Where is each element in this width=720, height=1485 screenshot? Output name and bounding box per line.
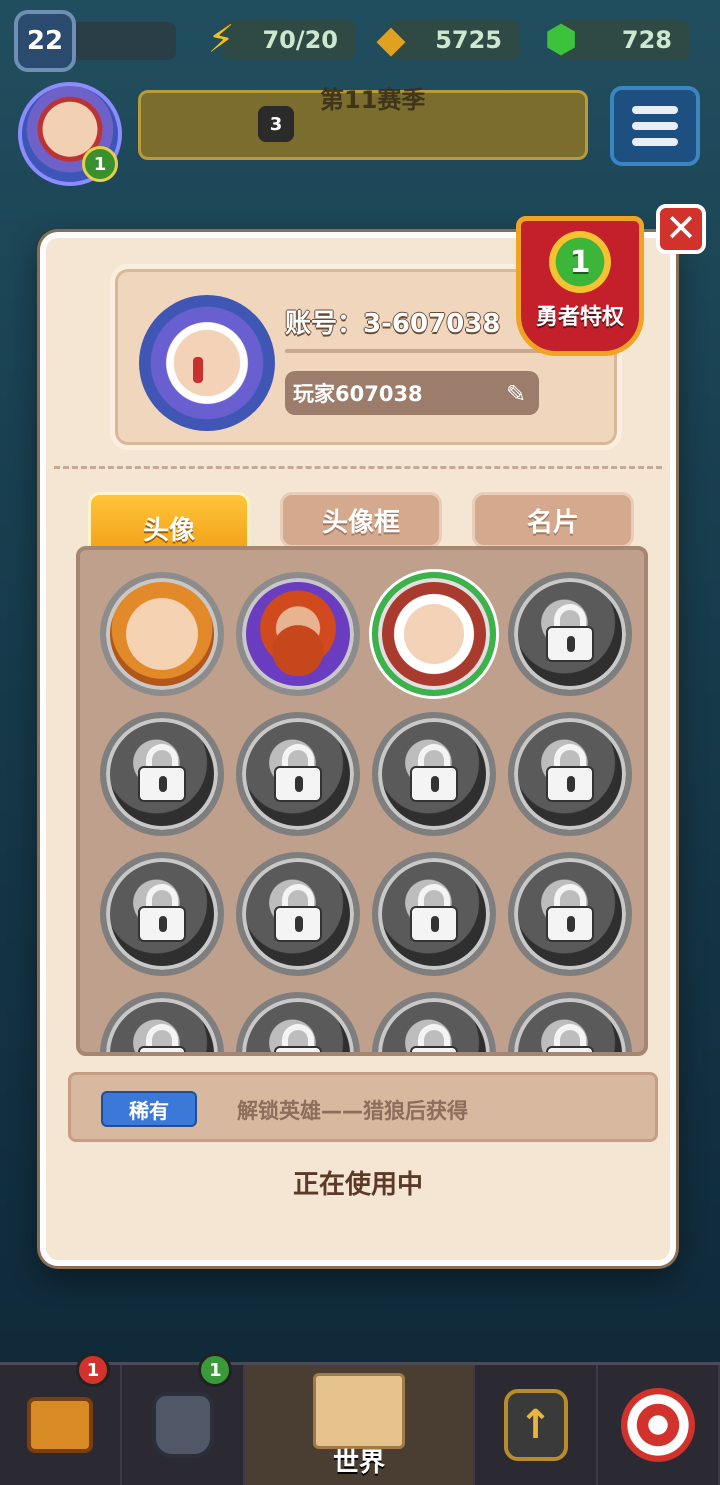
section-divider <box>54 466 662 469</box>
map-icon <box>313 1373 405 1449</box>
target-icon <box>620 1388 695 1462</box>
avatar-option-locked[interactable] <box>372 992 496 1052</box>
player-name: 玩家607038 <box>293 382 423 406</box>
unlock-condition: 解锁英雄——猎狼后获得 <box>237 1099 468 1123</box>
season-level-badge: 3 <box>258 106 294 142</box>
gem-value: 728 <box>621 26 672 54</box>
tab-avatar-label: 头像 <box>142 515 195 546</box>
nav-target[interactable] <box>598 1365 720 1485</box>
avatar-option-locked[interactable] <box>508 852 632 976</box>
gold-coin-icon[interactable]: ◆ <box>366 14 416 64</box>
avatar-option-locked[interactable] <box>508 712 632 836</box>
menu-line-icon <box>632 106 678 114</box>
avatar-option-selected[interactable] <box>372 572 496 696</box>
war-paint-mark <box>193 357 203 383</box>
wolf-hunter-portrait <box>392 592 476 676</box>
gem-icon[interactable]: ⬢ <box>536 14 586 64</box>
avatar-option-locked[interactable] <box>508 992 632 1052</box>
avatar-option-locked[interactable] <box>236 992 360 1052</box>
upgrade-arrow-icon: ↑ <box>503 1389 568 1461</box>
avatar-option-locked[interactable] <box>372 712 496 836</box>
lock-icon <box>138 744 186 802</box>
avatar-option-locked[interactable] <box>236 712 360 836</box>
armor-badge: 1 <box>198 1353 233 1387</box>
lock-icon <box>274 744 322 802</box>
bottom-navigation: 1 1 世界 ↑ <box>0 1353 720 1485</box>
masked-ninja-portrait <box>256 592 340 676</box>
avatar-option-locked[interactable] <box>100 992 224 1052</box>
tab-name-card-label: 名片 <box>526 507 579 538</box>
tab-avatar-frame[interactable]: 头像框 <box>280 492 442 548</box>
lock-icon <box>410 884 458 942</box>
player-name-field[interactable]: 玩家607038 ✎ <box>285 371 539 415</box>
season-title: 第11赛季 <box>320 86 426 114</box>
privilege-label: 勇者特权 <box>535 305 624 330</box>
avatar-option-locked[interactable] <box>372 852 496 976</box>
energy-value: 70/20 <box>262 26 338 54</box>
nav-world-label: 世界 <box>333 1448 386 1478</box>
hooded-archer-portrait <box>120 592 204 676</box>
lock-icon <box>410 744 458 802</box>
avatar-option[interactable] <box>100 572 224 696</box>
avatar-option-locked[interactable] <box>100 712 224 836</box>
nav-equipment[interactable]: 1 <box>122 1353 245 1485</box>
privilege-level: 1 <box>549 231 611 293</box>
lock-icon <box>410 1024 458 1052</box>
tab-avatar-frame-label: 头像框 <box>321 507 400 538</box>
lightning-icon: ⚡ <box>207 17 235 61</box>
nav-world[interactable]: 世界 <box>244 1365 476 1485</box>
close-button[interactable]: ✕ <box>656 204 706 254</box>
avatar-modal: 账号：3-607038 玩家607038 ✎ 1 勇者特权 头像 头像框 名片 <box>40 216 676 1266</box>
edit-pencil-icon[interactable]: ✎ <box>501 379 531 409</box>
main-menu-button[interactable] <box>610 86 700 166</box>
tab-name-card[interactable]: 名片 <box>472 492 634 548</box>
in-use-status: 正在使用中 <box>292 1170 423 1200</box>
lock-icon <box>138 1024 186 1052</box>
menu-line-icon <box>632 122 678 130</box>
avatar-notification-badge: 1 <box>82 146 118 182</box>
lock-icon <box>274 1024 322 1052</box>
lock-icon <box>546 884 594 942</box>
nav-chest[interactable]: 1 <box>0 1353 123 1485</box>
player-xp-bar <box>60 22 176 60</box>
avatar-option[interactable] <box>236 572 360 696</box>
lock-icon <box>138 884 186 942</box>
avatar-option-locked[interactable] <box>236 852 360 976</box>
menu-line-icon <box>632 138 678 146</box>
top-hud: 22 70/20 ⚡ 5725 ◆ 728 ⬢ 1 3 第11赛季 <box>0 0 720 200</box>
chest-badge: 1 <box>76 1353 110 1387</box>
player-level-badge: 22 <box>14 10 76 72</box>
avatar-info-bar: 稀有 解锁英雄——猎狼后获得 <box>68 1072 658 1142</box>
avatar-option-locked[interactable] <box>100 852 224 976</box>
treasure-chest-icon <box>27 1397 94 1453</box>
avatar-option-locked[interactable] <box>508 572 632 696</box>
lock-icon <box>546 604 594 662</box>
avatar-grid <box>76 546 648 1056</box>
rarity-badge: 稀有 <box>101 1091 197 1127</box>
hero-privilege-badge[interactable]: 1 勇者特权 <box>516 216 644 356</box>
gold-value: 5725 <box>435 26 502 54</box>
lock-icon <box>546 1024 594 1052</box>
nav-upgrade[interactable]: ↑ <box>475 1365 598 1485</box>
lock-icon <box>546 744 594 802</box>
lock-icon <box>274 884 322 942</box>
account-id: 账号：3-607038 <box>285 309 501 339</box>
armor-icon <box>151 1392 214 1458</box>
profile-avatar <box>139 295 275 431</box>
